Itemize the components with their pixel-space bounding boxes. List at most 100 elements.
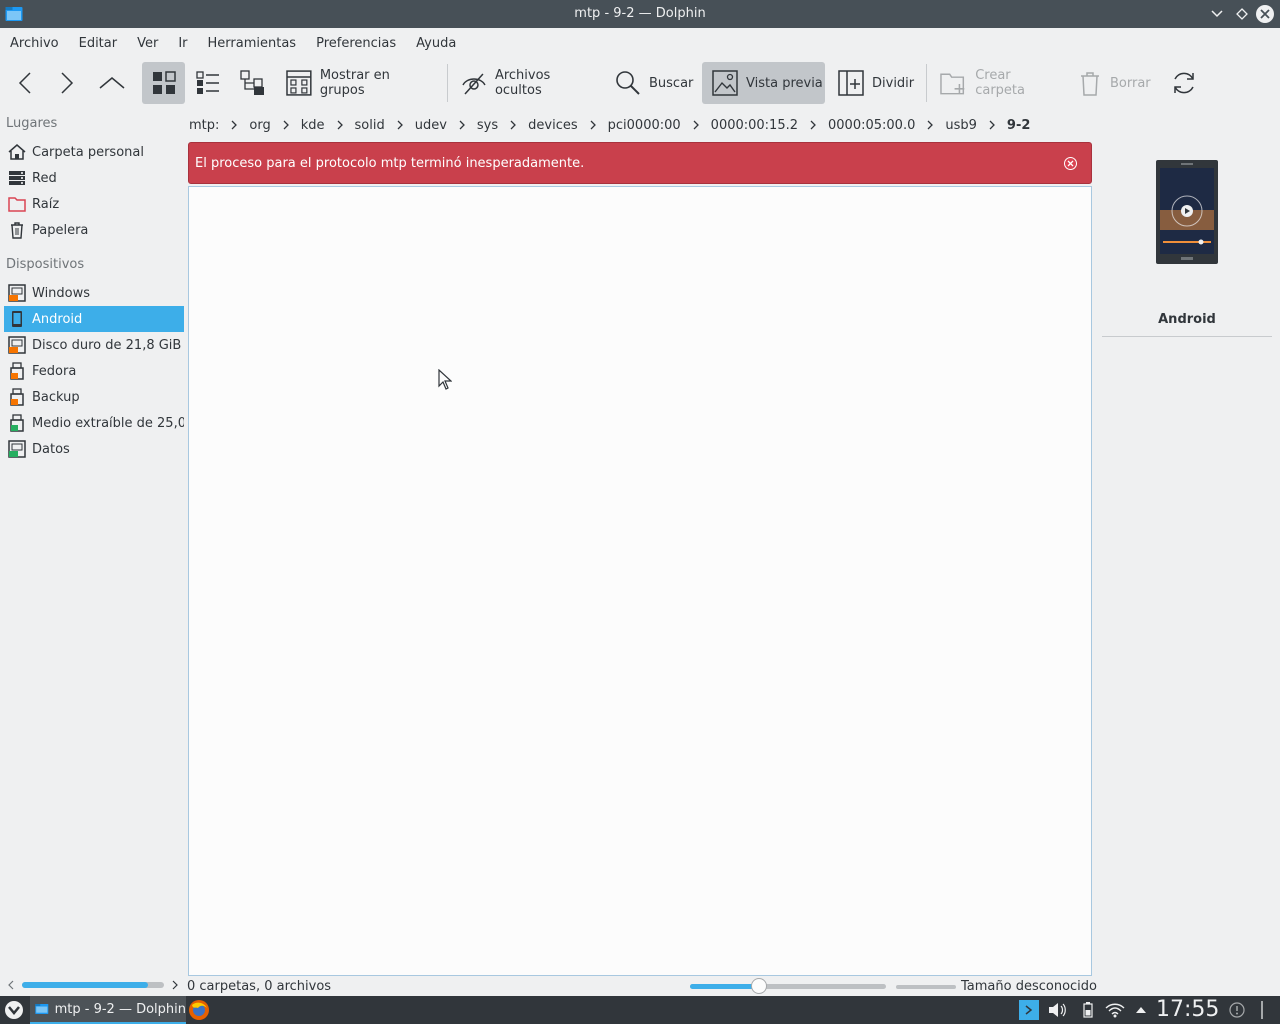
close-window-button[interactable]	[1256, 5, 1274, 23]
menu-ir[interactable]: Ir	[168, 28, 197, 60]
free-space-bar	[896, 985, 956, 989]
up-button[interactable]	[96, 62, 128, 104]
compact-view-button[interactable]	[193, 62, 223, 104]
place-red[interactable]: Red	[4, 165, 184, 191]
chevron-right-icon[interactable]	[691, 120, 701, 130]
show-groups-label: Mostrar en grupos	[319, 68, 390, 98]
task-dolphin[interactable]: mtp - 9-2 — Dolphin	[30, 996, 186, 1024]
chevron-right-icon[interactable]	[457, 120, 467, 130]
delete-button[interactable]: Borrar	[1078, 62, 1156, 104]
chevron-down-icon	[1211, 10, 1223, 18]
menu-ver[interactable]: Ver	[127, 28, 168, 60]
app-launcher-icon[interactable]	[4, 1000, 24, 1020]
hidden-files-label: Archivos ocultos	[494, 68, 551, 98]
chevron-right-icon[interactable]	[588, 120, 598, 130]
volume-button[interactable]	[1046, 1000, 1068, 1020]
forward-button[interactable]	[52, 62, 82, 104]
back-button[interactable]	[10, 62, 40, 104]
hidden-files-button[interactable]: Archivos ocultos	[461, 62, 601, 104]
battery-button[interactable]	[1078, 1000, 1098, 1020]
chevron-right-icon[interactable]	[925, 120, 935, 130]
zoom-slider[interactable]	[690, 978, 886, 994]
chevron-right-icon[interactable]	[508, 120, 518, 130]
menu-preferencias[interactable]: Preferencias	[306, 28, 406, 60]
new-folder-label: Crear carpeta	[975, 68, 1025, 98]
device-label: Windows	[32, 285, 91, 301]
chevron-right-icon[interactable]	[987, 120, 997, 130]
chevron-right-icon[interactable]	[229, 120, 239, 130]
tray-expand-button[interactable]	[1132, 1000, 1150, 1020]
preview-label: Vista previa	[746, 75, 823, 91]
device-fedora[interactable]: Fedora	[4, 358, 184, 384]
crumb-pci[interactable]: pci0000:00	[607, 118, 682, 133]
notifications-button[interactable]	[1228, 1000, 1246, 1020]
new-folder-button[interactable]: Crear carpeta	[940, 62, 1062, 104]
preview-button[interactable]: Vista previa	[702, 62, 825, 104]
firefox-icon[interactable]	[188, 999, 210, 1021]
window-title: mtp - 9-2 — Dolphin	[574, 6, 706, 21]
zoom-slider-track[interactable]	[690, 984, 886, 989]
minimize-button[interactable]	[1208, 5, 1226, 23]
crumb-udev[interactable]: udev	[414, 118, 448, 133]
menu-herramientas[interactable]: Herramientas	[198, 28, 307, 60]
crumb-sys[interactable]: sys	[476, 118, 499, 133]
crumb-0000-05-00-0[interactable]: 0000:05:00.0	[827, 118, 916, 133]
devices-section-title: Dispositivos	[6, 257, 85, 272]
clock[interactable]: 17:55	[1156, 996, 1219, 1024]
tree-view-button[interactable]	[238, 62, 268, 104]
wifi-icon	[1105, 1003, 1125, 1018]
chevron-right-icon[interactable]	[395, 120, 405, 130]
crumb-org[interactable]: org	[248, 118, 271, 133]
network-button[interactable]	[1103, 1000, 1127, 1020]
chevron-right-icon[interactable]	[281, 120, 291, 130]
view-list-icon	[196, 71, 219, 94]
crumb-usb9[interactable]: usb9	[944, 118, 978, 133]
search-button[interactable]: Buscar	[615, 62, 697, 104]
panel-options-button[interactable]	[1256, 1000, 1268, 1020]
close-error-button[interactable]	[1064, 157, 1077, 170]
device-android[interactable]: Android	[4, 306, 184, 332]
error-banner: El proceso para el protocolo mtp terminó…	[188, 142, 1092, 184]
title-bar[interactable]: mtp - 9-2 — Dolphin	[0, 0, 1280, 28]
device-medio-extraible[interactable]: Medio extraíble de 25,0 GiB	[4, 410, 184, 436]
crumb-kde[interactable]: kde	[300, 118, 326, 133]
view-tree-icon	[240, 70, 264, 95]
crumb-devices[interactable]: devices	[527, 118, 578, 133]
crumb-mtp[interactable]: mtp:	[188, 118, 220, 133]
toolbar: Mostrar en grupos Archivos ocultos Busca…	[0, 60, 1280, 106]
place-papelera[interactable]: Papelera	[4, 217, 184, 243]
device-backup[interactable]: Backup	[4, 384, 184, 410]
place-label: Papelera	[32, 222, 89, 238]
free-space-label: Tamaño desconocido	[961, 979, 1097, 994]
device-disco-duro[interactable]: Disco duro de 21,8 GiB	[4, 332, 184, 358]
maximize-button[interactable]	[1233, 5, 1251, 23]
harddisk-icon	[7, 283, 27, 303]
split-button[interactable]: Dividir	[838, 62, 918, 104]
crumb-solid[interactable]: solid	[354, 118, 386, 133]
reload-button[interactable]	[1168, 62, 1200, 104]
usb-drive-icon	[7, 361, 27, 381]
zoom-slider-handle[interactable]	[751, 978, 767, 994]
show-groups-button[interactable]: Mostrar en grupos	[286, 62, 438, 104]
menu-ayuda[interactable]: Ayuda	[406, 28, 466, 60]
tray-notification-item[interactable]	[1019, 1000, 1039, 1020]
close-icon	[1067, 160, 1074, 167]
device-label: Fedora	[32, 363, 77, 379]
device-datos[interactable]: Datos	[4, 436, 184, 462]
menu-editar[interactable]: Editar	[69, 28, 128, 60]
chevron-right-icon[interactable]	[808, 120, 818, 130]
usb-drive-icon	[7, 387, 27, 407]
menu-archivo[interactable]: Archivo	[0, 28, 69, 60]
toolbar-separator	[447, 64, 448, 102]
place-carpeta-personal[interactable]: Carpeta personal	[4, 139, 184, 165]
folder-root-icon	[7, 194, 27, 214]
place-raiz[interactable]: Raíz	[4, 191, 184, 217]
icons-view-button[interactable]	[142, 62, 185, 104]
device-windows[interactable]: Windows	[4, 280, 184, 306]
file-view[interactable]	[188, 186, 1092, 976]
crumb-9-2[interactable]: 9-2	[1006, 118, 1032, 133]
crumb-0000-00-15-2[interactable]: 0000:00:15.2	[710, 118, 799, 133]
chevron-right-icon[interactable]	[335, 120, 345, 130]
toolbar-separator	[926, 64, 927, 102]
place-label: Red	[32, 170, 57, 186]
